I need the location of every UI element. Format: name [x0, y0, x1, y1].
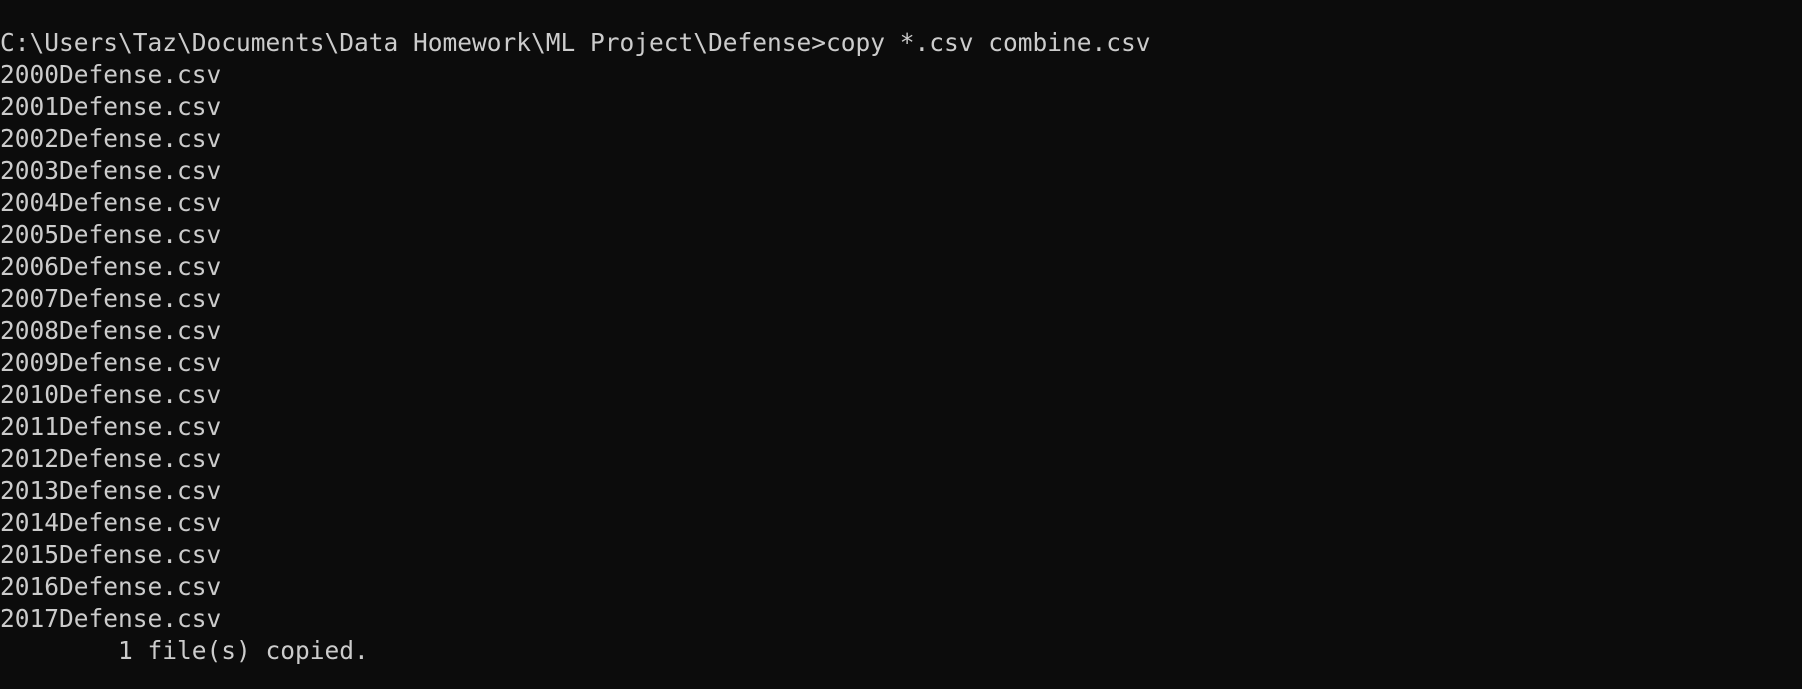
output-file-line: 2002Defense.csv	[0, 124, 222, 153]
output-file-line: 2006Defense.csv	[0, 252, 222, 281]
output-file-line: 2003Defense.csv	[0, 156, 222, 185]
copy-summary-line: 1 file(s) copied.	[0, 636, 369, 665]
output-file-line: 2000Defense.csv	[0, 60, 222, 89]
output-file-line: 2017Defense.csv	[0, 604, 222, 633]
output-file-line: 2010Defense.csv	[0, 380, 222, 409]
output-file-line: 2008Defense.csv	[0, 316, 222, 345]
output-file-line: 2016Defense.csv	[0, 572, 222, 601]
output-file-line: 2005Defense.csv	[0, 220, 222, 249]
output-file-line: 2007Defense.csv	[0, 284, 222, 313]
output-file-line: 2011Defense.csv	[0, 412, 222, 441]
output-file-line: 2012Defense.csv	[0, 444, 222, 473]
output-file-line: 2009Defense.csv	[0, 348, 222, 377]
command-prompt-line: C:\Users\Taz\Documents\Data Homework\ML …	[0, 28, 1151, 57]
output-file-line: 2013Defense.csv	[0, 476, 222, 505]
output-file-line: 2001Defense.csv	[0, 92, 222, 121]
output-file-line: 2004Defense.csv	[0, 188, 222, 217]
output-file-line: 2014Defense.csv	[0, 508, 222, 537]
output-file-line: 2015Defense.csv	[0, 540, 222, 569]
terminal-window[interactable]: C:\Users\Taz\Documents\Data Homework\ML …	[0, 0, 1802, 689]
